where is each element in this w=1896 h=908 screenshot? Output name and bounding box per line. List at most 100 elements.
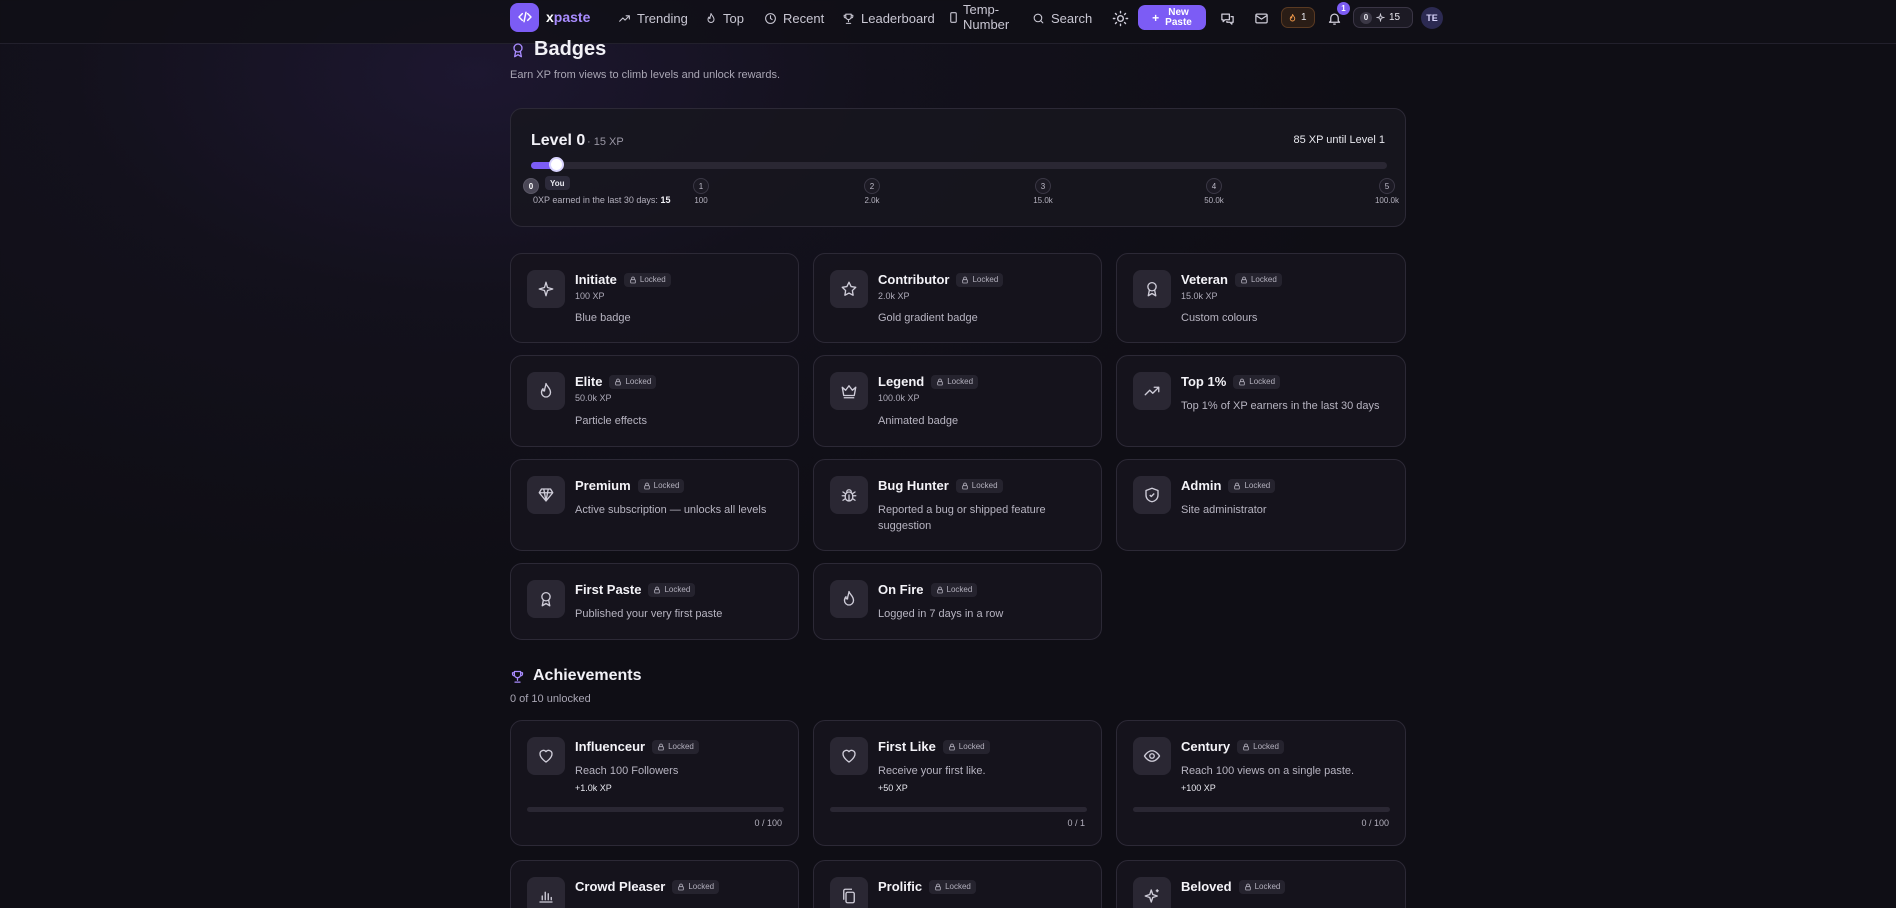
badge-xp: 100.0k XP [878, 393, 920, 403]
crown-icon [830, 372, 868, 410]
achievement-description: Reach 100 views on a single paste. [1181, 765, 1355, 777]
new-paste-button[interactable]: + New Paste [1138, 5, 1206, 30]
xp-earned-30-days: 0XP earned in the last 30 days: 15 [533, 195, 670, 205]
locked-badge: Locked [1233, 374, 1281, 389]
new-paste-label: New Paste [1165, 6, 1192, 28]
nav-search-label: Search [1051, 10, 1093, 26]
flame-icon [527, 372, 565, 410]
nav-trending[interactable]: Trending [618, 0, 688, 36]
flame-icon [830, 580, 868, 618]
lock-icon [949, 743, 955, 750]
badge-description: Logged in 7 days in a row [878, 608, 1004, 620]
milestone-number: 0 [523, 178, 539, 194]
locked-badge: Locked [672, 879, 720, 894]
files-icon [830, 877, 868, 908]
achievements-title: Achievements [533, 667, 642, 684]
trending-icon [1133, 372, 1171, 410]
locked-badge: Locked [929, 879, 976, 894]
award-icon [1133, 270, 1171, 308]
nav-leaderboard[interactable]: Leaderboard [842, 0, 935, 36]
nav-search[interactable]: Search [1032, 0, 1092, 36]
badge-card-first-paste[interactable]: First Paste Locked Published your very fi… [510, 563, 799, 640]
milestone-1: 1 100 [681, 178, 721, 205]
lock-icon [962, 276, 969, 283]
notification-count-badge: 1 [1337, 2, 1350, 15]
badge-xp: 100 XP [575, 291, 605, 301]
badge-card-premium[interactable]: Premium Locked Active subscription — unlo… [510, 459, 799, 551]
milestone-5: 5 100.0k [1367, 178, 1407, 205]
sun-icon [1112, 10, 1128, 26]
avatar[interactable]: TE [1421, 7, 1443, 29]
trending-icon [619, 14, 630, 22]
badge-description: Gold gradient badge [878, 312, 978, 324]
achievement-reward: +100 XP [1181, 783, 1216, 793]
lock-icon [962, 482, 968, 489]
lock-icon [654, 586, 661, 593]
messages-button[interactable] [1215, 6, 1239, 30]
nav-top[interactable]: Top [705, 0, 744, 36]
milestone-number: 2 [864, 178, 880, 194]
achievement-card-beloved[interactable]: Beloved Locked [1116, 860, 1406, 908]
milestone-number: 5 [1379, 178, 1395, 194]
theme-toggle-button[interactable] [1108, 6, 1132, 30]
achievement-card-crowd-pleaser[interactable]: Crowd Pleaser Locked [510, 860, 799, 908]
achievement-reward: +1.0k XP [575, 783, 612, 793]
badge-card-initiate[interactable]: Initiate Locked 100 XP Blue badge [510, 253, 799, 343]
locked-label: Locked [664, 585, 691, 594]
flame-icon [1289, 13, 1296, 21]
badge-description: Custom colours [1181, 312, 1258, 324]
badge-card-contributor[interactable]: Contributor Locked 2.0k XP Gold gradient … [813, 253, 1102, 343]
locked-badge: Locked [1234, 272, 1282, 287]
nav-temp-number[interactable]: Temp- Number [950, 2, 1009, 32]
badge-xp: 15.0k XP [1181, 291, 1218, 301]
milestone-value: 100 [694, 196, 708, 205]
plus-icon: + [1152, 10, 1160, 25]
badges-subtitle: Earn XP from views to climb levels and u… [510, 69, 781, 81]
lock-icon [1241, 276, 1247, 283]
lock-icon [1243, 743, 1249, 750]
milestone-value: 50.0k [1204, 196, 1224, 205]
badges-title: Badges [534, 38, 607, 60]
nav-recent[interactable]: Recent [764, 0, 824, 36]
xp-count: 15 [1389, 12, 1401, 23]
locked-badge: Locked [1238, 879, 1286, 894]
achievement-card-influenceur[interactable]: Influenceur Locked Reach 100 Followers +1… [510, 720, 799, 846]
badge-description: Active subscription — unlocks all levels [575, 504, 767, 516]
xp-earned-label: XP earned in the last 30 days: [538, 195, 658, 205]
heart-icon [830, 737, 868, 775]
logo[interactable]: xpaste [510, 2, 590, 32]
locked-label: Locked [947, 377, 974, 386]
achievement-card-century[interactable]: Century Locked Reach 100 views on a singl… [1116, 720, 1406, 846]
badge-card-top-1-percent[interactable]: Top 1% Locked Top 1% of XP earners in the… [1116, 355, 1406, 447]
mail-button[interactable] [1249, 6, 1273, 30]
achievement-name: Crowd Pleaser [575, 879, 666, 894]
lock-icon [678, 883, 685, 890]
achievement-progress: 0 / 100 [754, 818, 782, 828]
badge-card-elite[interactable]: Elite Locked 50.0k XP Particle effects [510, 355, 799, 447]
badge-card-admin[interactable]: Admin Locked Site administrator [1116, 459, 1406, 551]
achievement-name: Beloved [1181, 879, 1232, 894]
code-icon [510, 2, 539, 32]
badge-card-legend[interactable]: Legend Locked 100.0k XP Animated badge [813, 355, 1102, 447]
achievements-heading: Achievements [510, 667, 642, 685]
gem-icon [527, 476, 565, 514]
badge-card-on-fire[interactable]: On Fire Locked Logged in 7 days in a row [813, 563, 1102, 640]
achievement-name: Century [1181, 739, 1231, 754]
badge-name: Legend [878, 374, 925, 389]
locked-label: Locked [971, 481, 998, 490]
locked-badge: Locked [1237, 739, 1284, 754]
achievement-card-first-like[interactable]: First Like Locked Receive your first like… [813, 720, 1102, 846]
locked-label: Locked [653, 481, 680, 490]
shield-icon [1133, 476, 1171, 514]
badge-card-veteran[interactable]: Veteran Locked 15.0k XP Custom colours [1116, 253, 1406, 343]
locked-badge: Locked [942, 739, 990, 754]
streak-badge[interactable]: 1 [1281, 7, 1315, 28]
eye-icon [1133, 737, 1171, 775]
achievement-description: Reach 100 Followers [575, 765, 679, 777]
xp-badge[interactable]: 0 15 [1353, 7, 1413, 28]
lock-icon [1244, 883, 1251, 890]
nav-leaderboard-label: Leaderboard [861, 10, 935, 26]
locked-badge: Locked [609, 374, 657, 389]
achievement-card-prolific[interactable]: Prolific Locked [813, 860, 1102, 908]
badge-card-bug-hunter[interactable]: Bug Hunter Locked Reported a bug or shipp… [813, 459, 1102, 551]
